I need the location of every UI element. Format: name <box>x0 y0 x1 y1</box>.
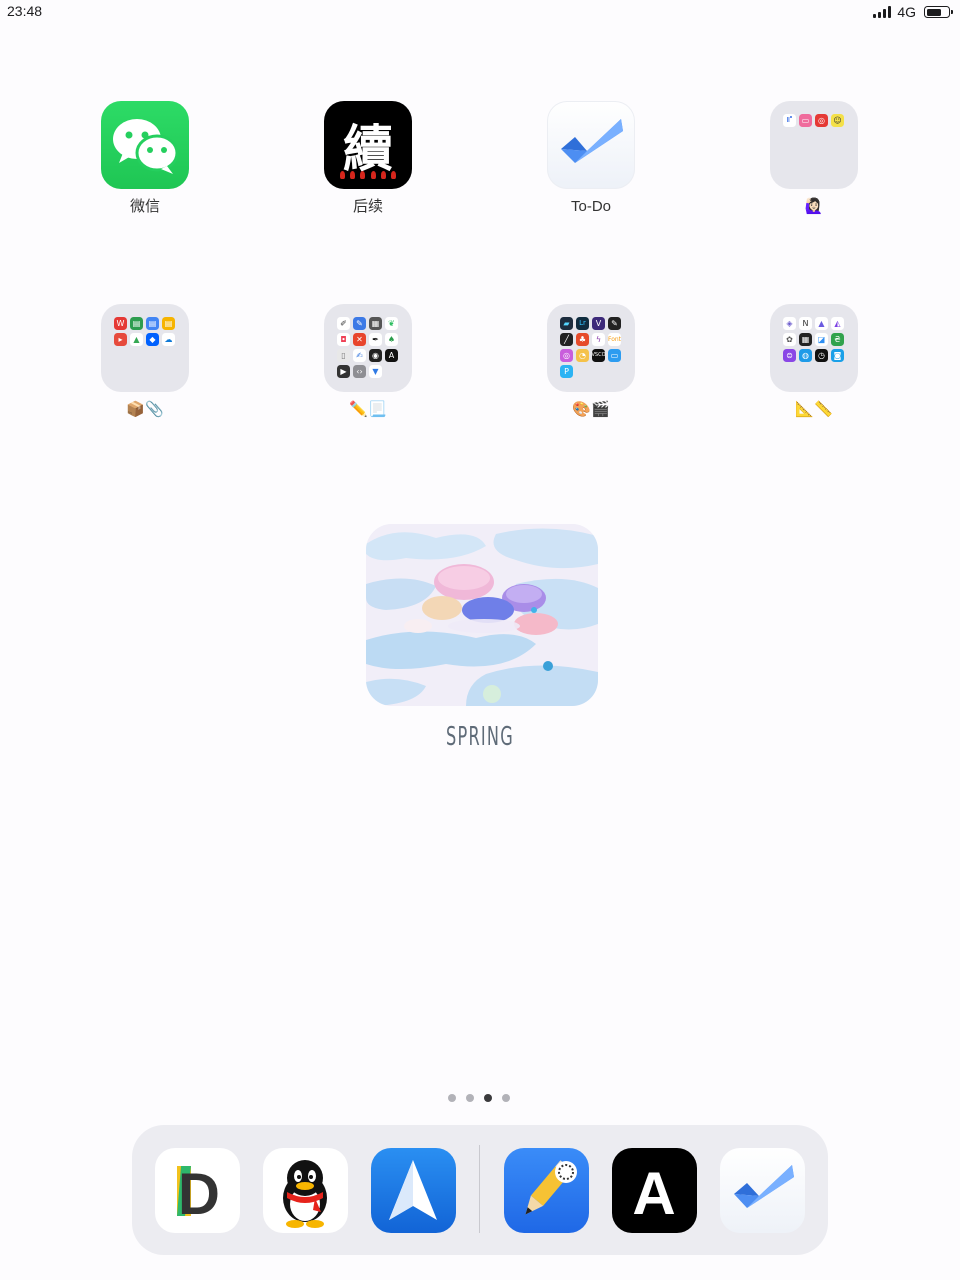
app-todo[interactable]: To-Do <box>511 101 671 216</box>
dock-documents[interactable]: D <box>155 1148 240 1233</box>
folder-label: 🙋🏻‍♀️ <box>804 198 824 215</box>
app-wechat[interactable]: 微信 <box>65 101 225 216</box>
todo-check-icon <box>547 101 635 189</box>
folder-label: ✏️📃 <box>349 401 387 418</box>
dock-spark[interactable] <box>371 1148 456 1233</box>
app-houxu[interactable]: 續 后续 <box>288 101 448 216</box>
documents-d-icon: D <box>177 1162 220 1227</box>
dock-qq[interactable] <box>263 1148 348 1233</box>
todo-check-icon <box>734 1165 794 1208</box>
widget-label: SPRING <box>446 722 514 752</box>
dock-separator <box>479 1145 480 1233</box>
folder-label: 📦📎 <box>126 401 164 418</box>
cellular-signal-icon <box>873 6 892 18</box>
dock-todo[interactable] <box>720 1148 805 1233</box>
dock: D A <box>132 1125 828 1255</box>
folder-files[interactable]: W ▤ ▤ ▤ ▸ ▲ ◆ ☁ 📦📎 <box>65 304 225 419</box>
documents-letter: D <box>178 1162 220 1227</box>
folder-icon: ◈ N ▲ ◭ ✿ ▦ ◪ ₴ ⊜ ◍ ◷ ◙ <box>770 304 858 392</box>
letter-a-icon: A <box>632 1160 675 1227</box>
battery-level <box>926 8 942 16</box>
status-bar: 23:48 4G <box>0 0 960 24</box>
folder-icon: ▰ Lr V ✎ ╱ ♣ ϟ Font ◎ ◔ VSCO ▭ P <box>547 304 635 392</box>
status-time: 23:48 <box>7 3 43 19</box>
folder-people[interactable]: ⑈ ▭ ◎ ☺ 🙋🏻‍♀️ <box>734 101 894 216</box>
network-type: 4G <box>897 4 916 20</box>
spark-plane-icon <box>389 1160 437 1220</box>
folder-writing[interactable]: ✐ ✎ ▦ ❦ ◘ ✕ ✒ ♠ ▯ ✍ ◉ A ▶ ‹› ▼ ✏️📃 <box>288 304 448 419</box>
folder-label: 📐📏 <box>795 401 833 418</box>
houxu-icon: 續 <box>324 101 412 189</box>
page-indicator[interactable] <box>448 1094 510 1102</box>
spring-photo-widget[interactable] <box>366 524 598 706</box>
folder-icon: ✐ ✎ ▦ ❦ ◘ ✕ ✒ ♠ ▯ ✍ ◉ A ▶ ‹› ▼ <box>324 304 412 392</box>
folder-icon: ⑈ ▭ ◎ ☺ <box>770 101 858 189</box>
page-dot[interactable] <box>448 1094 456 1102</box>
dock-notability[interactable] <box>504 1148 589 1233</box>
folder-creative[interactable]: ▰ Lr V ✎ ╱ ♣ ϟ Font ◎ ◔ VSCO ▭ P 🎨🎬 <box>511 304 671 419</box>
dock-font-app[interactable]: A <box>612 1148 697 1233</box>
page-dot[interactable] <box>466 1094 474 1102</box>
qq-penguin-icon <box>283 1160 327 1228</box>
battery-icon <box>924 6 953 18</box>
wechat-icon <box>101 101 189 189</box>
font-app-letter: A <box>632 1160 675 1227</box>
folder-tools[interactable]: ◈ N ▲ ◭ ✿ ▦ ◪ ₴ ⊜ ◍ ◷ ◙ 📐📏 <box>734 304 894 419</box>
app-label: To-Do <box>570 198 611 215</box>
folder-label: 🎨🎬 <box>572 401 610 418</box>
app-label: 微信 <box>129 198 160 215</box>
page-dot[interactable] <box>502 1094 510 1102</box>
page-dot-current[interactable] <box>484 1094 492 1102</box>
pencil-icon <box>525 1160 577 1215</box>
app-label: 后续 <box>352 198 383 215</box>
status-indicators: 4G <box>873 4 953 20</box>
folder-icon: W ▤ ▤ ▤ ▸ ▲ ◆ ☁ <box>101 304 189 392</box>
spring-shells-illustration <box>366 524 598 706</box>
